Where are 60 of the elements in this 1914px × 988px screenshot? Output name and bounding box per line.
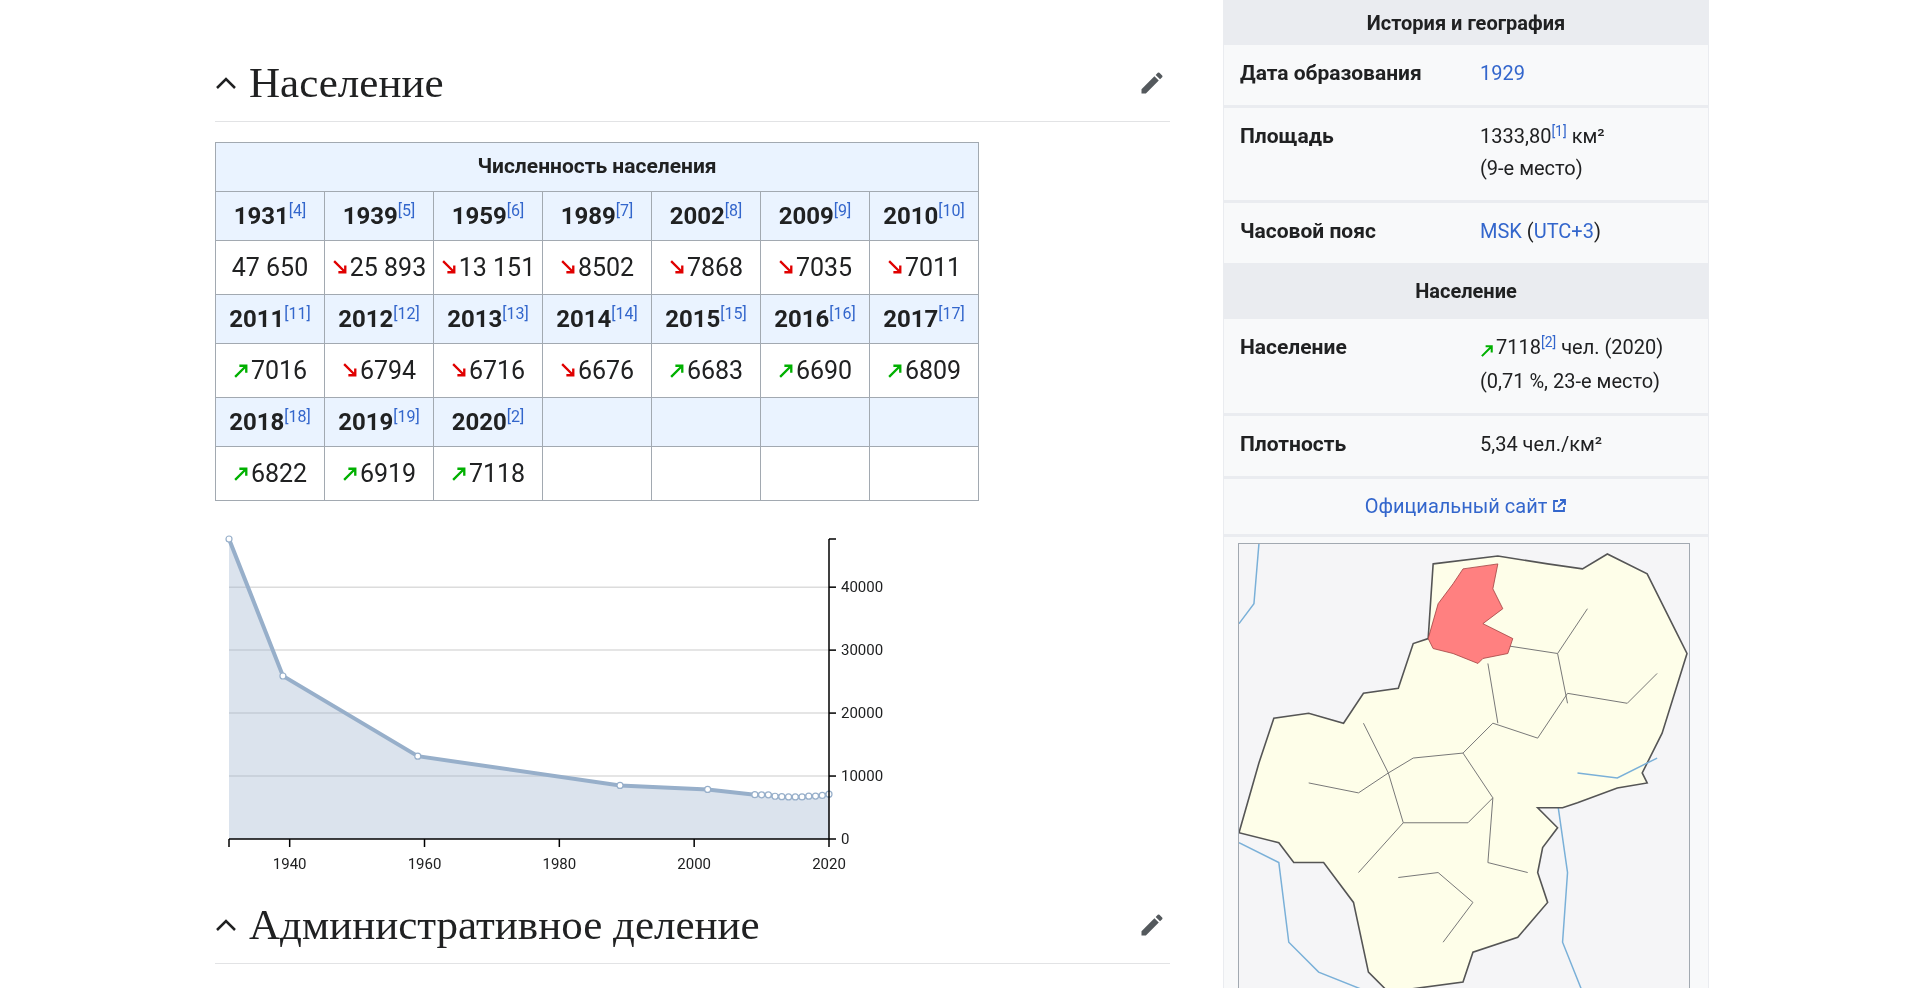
infobox-label: Плотность xyxy=(1240,430,1348,458)
y-tick-label: 10000 xyxy=(841,767,884,786)
table-header-cell: 2013$^{[13]}$ xyxy=(433,294,543,344)
infobox-value: MSK (UTC+3) xyxy=(1480,218,1601,245)
population-value: 7035 xyxy=(795,251,853,284)
table-header-cell: 2017$^{[17]}$ xyxy=(869,294,979,344)
population-value: 6794 xyxy=(359,354,417,387)
population-value: 7011 xyxy=(904,251,962,284)
infobox-section-title: Население xyxy=(1224,263,1708,319)
table-header-cell: 2010$^{[10]}$ xyxy=(869,191,979,241)
table-header-cell: 2019$^{[19]}$ xyxy=(324,397,434,447)
population-value: 47 650 xyxy=(231,251,309,284)
infobox-section-title: История и география xyxy=(1224,0,1708,45)
table-title: Численность населения xyxy=(215,142,979,192)
y-tick-label: 0 xyxy=(841,830,850,848)
infobox-value: (0,71 %, 23-е место) xyxy=(1480,367,1662,395)
infobox-value: (9-е место) xyxy=(1480,155,1584,182)
table-header-cell: 1931$^{[4]}$ xyxy=(215,191,325,241)
population-value: 6822 xyxy=(250,457,308,490)
table-header-cell: 1959$^{[6]}$ xyxy=(433,191,543,241)
x-tick-label: 2020 xyxy=(812,855,846,873)
infobox-label: Часовой пояс xyxy=(1240,218,1377,245)
population-value: 6683 xyxy=(686,354,744,387)
population-value: 6809 xyxy=(904,354,962,387)
population-value: 13 151 xyxy=(458,251,536,284)
y-tick-label: 40000 xyxy=(841,578,884,597)
table-header-cell: 1989$^{[7]}$ xyxy=(542,191,652,241)
infobox-label: Дата образования xyxy=(1240,60,1423,87)
y-tick-label: 20000 xyxy=(841,704,884,723)
population-value: 6676 xyxy=(577,354,635,387)
infobox-label: Площадь xyxy=(1240,123,1335,150)
table-header-cell: 1939$^{[5]}$ xyxy=(324,191,434,241)
table-header-cell: 2002$^{[8]}$ xyxy=(651,191,761,241)
table-header-cell: 2014$^{[14]}$ xyxy=(542,294,652,344)
y-tick-label: 30000 xyxy=(841,641,884,660)
table-header-cell: 2009$^{[9]}$ xyxy=(760,191,870,241)
table-header-cell: 2012$^{[12]}$ xyxy=(324,294,434,344)
population-value: 8502 xyxy=(577,251,635,284)
infobox-value: 5,34 чел./км² xyxy=(1480,430,1603,458)
x-tick-label: 1960 xyxy=(407,855,442,873)
table-header-cell: 2011$^{[11]}$ xyxy=(215,294,325,344)
infobox-value: 1333,80$^{[1]}$ км² xyxy=(1480,122,1605,150)
population-value: 7868 xyxy=(686,251,744,284)
x-tick-label: 1980 xyxy=(542,855,577,873)
table-header-cell: 2016$^{[16]}$ xyxy=(760,294,870,344)
table-header-cell: 2018$^{[18]}$ xyxy=(215,397,325,447)
x-tick-label: 1940 xyxy=(272,855,307,873)
population-value: 7016 xyxy=(250,354,308,387)
population-value: 6919 xyxy=(359,457,417,490)
infobox-label: Население xyxy=(1240,334,1348,361)
population-value: 25 893 xyxy=(349,251,427,284)
x-tick-label: 2000 xyxy=(677,855,712,873)
infobox-value: 7118$^{[2]}$ чел. (2020) xyxy=(1480,329,1664,367)
population-value: 6716 xyxy=(468,354,526,387)
section-heading: Население xyxy=(249,61,444,104)
table-header-cell: 2015$^{[15]}$ xyxy=(651,294,761,344)
table-header-cell: 2020$^{[2]}$ xyxy=(433,397,543,447)
population-value: 6690 xyxy=(795,354,853,387)
section-heading: Административное деление xyxy=(249,903,760,946)
population-value: 7118 xyxy=(468,457,526,490)
